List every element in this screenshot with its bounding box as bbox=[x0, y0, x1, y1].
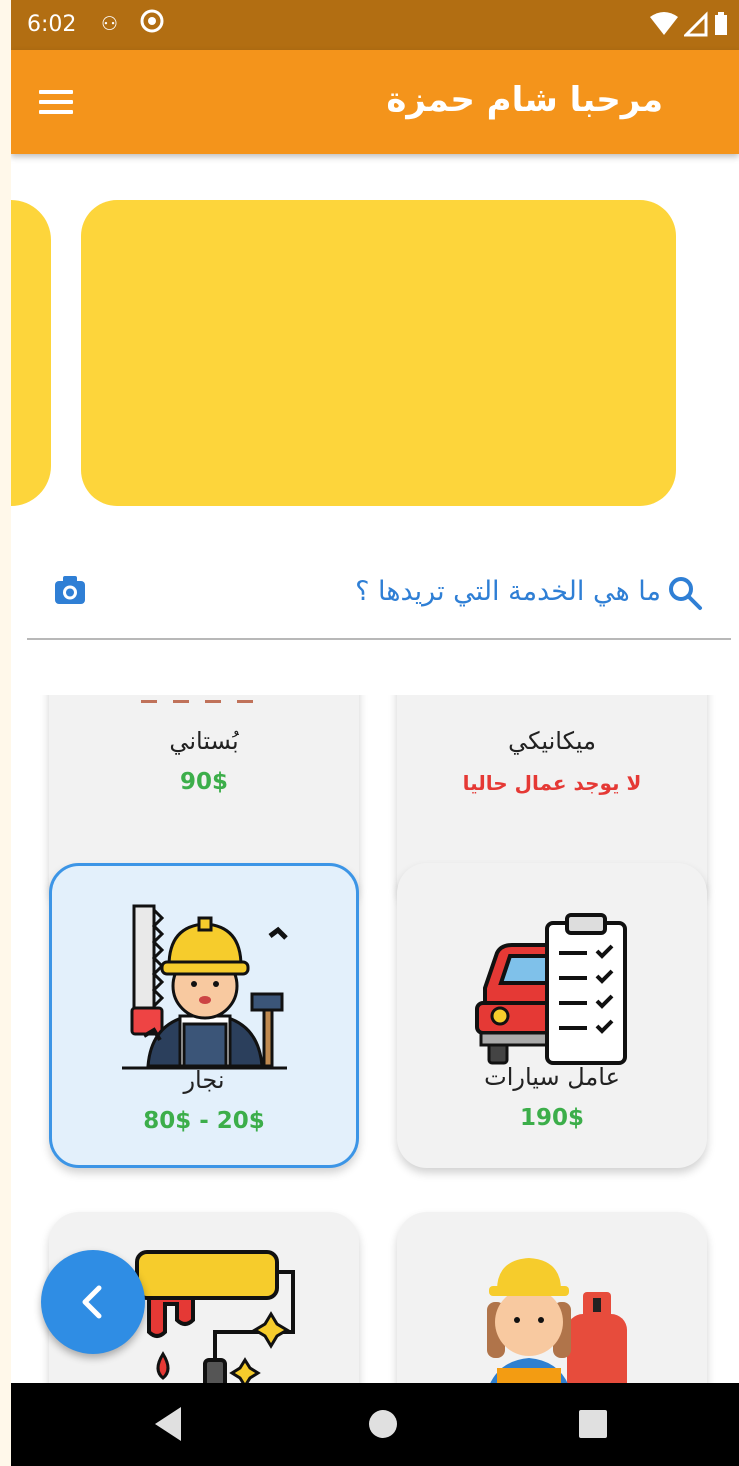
sync-icon: ⚇ bbox=[101, 13, 119, 35]
recents-icon[interactable] bbox=[576, 1405, 610, 1443]
service-card-gas[interactable] bbox=[397, 1212, 707, 1385]
app-screen: 6:02 ⚇ مرحبا شام حمزة ما هي الخدمة التي … bbox=[11, 0, 739, 1466]
status-time: 6:02 bbox=[27, 12, 77, 37]
menu-icon[interactable] bbox=[39, 90, 73, 118]
service-price: 90$ bbox=[179, 769, 228, 795]
gardener-icon bbox=[141, 700, 253, 703]
back-fab-button[interactable] bbox=[41, 1250, 145, 1354]
banner-slide-previous[interactable] bbox=[11, 200, 51, 506]
camera-icon[interactable] bbox=[53, 573, 87, 607]
car-checklist-icon bbox=[475, 913, 627, 1065]
system-nav-bar bbox=[11, 1383, 739, 1466]
app-bar: مرحبا شام حمزة bbox=[11, 50, 739, 154]
chevron-left-icon bbox=[82, 1285, 102, 1319]
signal-icon bbox=[682, 11, 708, 37]
carpenter-icon bbox=[122, 904, 288, 1070]
status-bar: 6:02 ⚇ bbox=[11, 0, 739, 50]
service-name: بُستاني bbox=[169, 727, 239, 755]
service-name: ميكانيكي bbox=[508, 727, 596, 755]
service-card-carpenter[interactable]: نجار 80$ - 20$ bbox=[49, 863, 359, 1168]
search-placeholder: ما هي الخدمة التي تريدها ؟ bbox=[355, 576, 661, 607]
wifi-icon bbox=[649, 12, 678, 35]
search-icon[interactable] bbox=[667, 575, 703, 611]
circle-at-icon bbox=[140, 9, 164, 33]
service-name: نجار bbox=[183, 1066, 225, 1094]
page-title: مرحبا شام حمزة bbox=[386, 80, 663, 120]
battery-icon bbox=[715, 12, 727, 35]
banner-slide-current[interactable] bbox=[81, 200, 676, 506]
gas-worker-icon bbox=[487, 1258, 627, 1385]
status-right-icons bbox=[649, 11, 729, 41]
back-icon[interactable] bbox=[151, 1405, 185, 1443]
search-underline bbox=[27, 638, 731, 640]
service-price: 80$ - 20$ bbox=[143, 1108, 265, 1134]
home-icon[interactable] bbox=[364, 1405, 402, 1443]
service-name: عامل سيارات bbox=[484, 1063, 620, 1091]
service-card-car-worker[interactable]: عامل سيارات 190$ bbox=[397, 863, 707, 1168]
service-price: 190$ bbox=[519, 1105, 584, 1131]
service-status: لا يوجد عمال حاليا bbox=[462, 771, 642, 795]
